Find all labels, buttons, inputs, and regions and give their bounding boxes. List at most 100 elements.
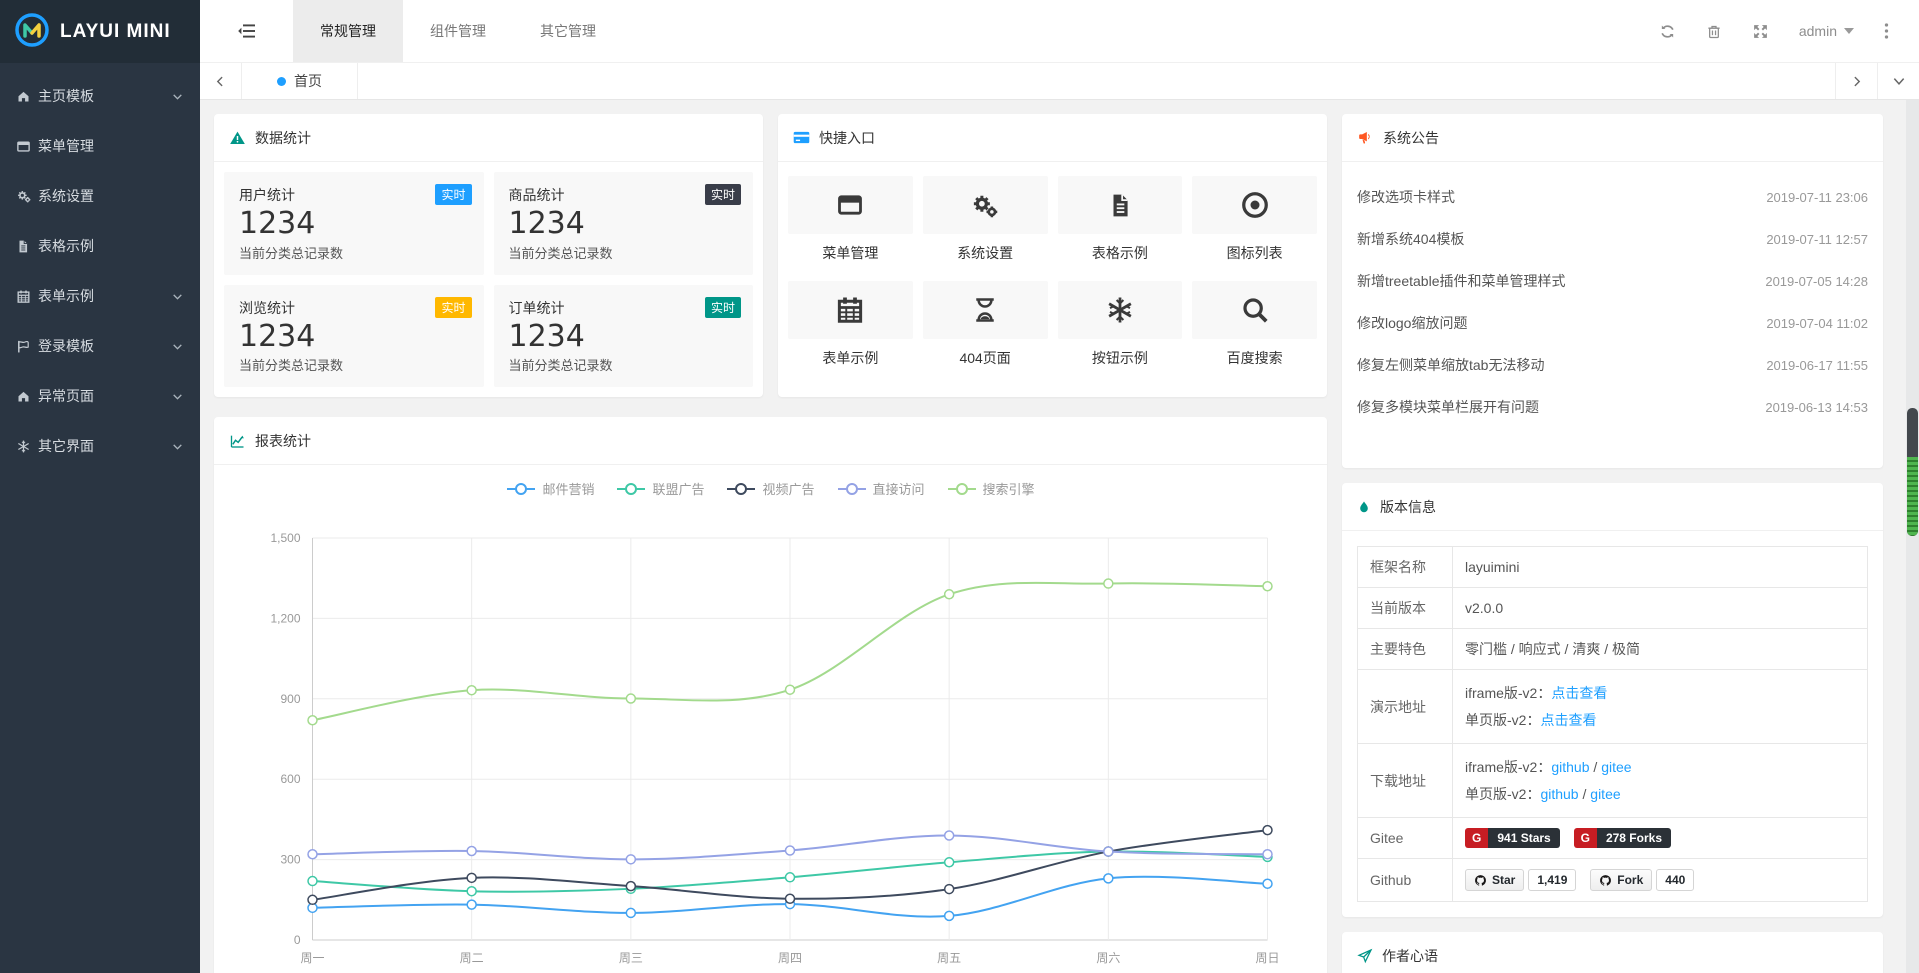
snowflake-icon <box>16 439 38 454</box>
svg-text:周四: 周四 <box>778 951 802 965</box>
download-gitee-link[interactable]: gitee <box>1590 786 1620 802</box>
warning-triangle-icon <box>229 130 246 146</box>
user-menu[interactable]: admin <box>1799 23 1854 39</box>
sidebar-item-home-templates[interactable]: 主页模板 <box>0 71 200 121</box>
legend-item[interactable]: 直接访问 <box>837 479 925 498</box>
tabbar-spacer <box>358 63 1835 99</box>
logo[interactable]: LAYUI MINI <box>0 0 200 63</box>
more-options-icon[interactable] <box>1884 22 1889 40</box>
home-icon <box>16 89 38 104</box>
fullscreen-icon[interactable] <box>1752 23 1769 40</box>
app-root: LAYUI MINI 主页模板 菜单管理 系统设置 表格示例 表单 <box>0 0 1919 973</box>
scrollbar-track[interactable] <box>1906 100 1919 973</box>
legend-item[interactable]: 联盟广告 <box>616 479 704 498</box>
refresh-icon[interactable] <box>1659 23 1676 40</box>
dot-circle-icon <box>1192 176 1317 234</box>
active-tab-dot-icon <box>277 77 286 86</box>
gitee-forks-badge[interactable]: G278 Forks <box>1574 828 1671 848</box>
status-badge: 实时 <box>435 184 471 205</box>
tab-home[interactable]: 首页 <box>242 63 358 99</box>
sidebar-item-login-templates[interactable]: 登录模板 <box>0 321 200 371</box>
svg-text:周五: 周五 <box>937 951 961 965</box>
nav-tab-other[interactable]: 其它管理 <box>513 0 623 62</box>
sidebar-item-system-settings[interactable]: 系统设置 <box>0 171 200 221</box>
demo-spa-link[interactable]: 点击查看 <box>1540 712 1596 728</box>
svg-text:900: 900 <box>280 692 300 706</box>
quick-item-baidu-search[interactable]: 百度搜索 <box>1192 281 1317 368</box>
scrollbar-thumb[interactable] <box>1907 408 1918 536</box>
svg-text:周二: 周二 <box>460 951 484 965</box>
chevron-down-icon <box>171 390 184 403</box>
collapse-sidebar-button[interactable] <box>200 0 293 62</box>
sidebar-item-menu-management[interactable]: 菜单管理 <box>0 121 200 171</box>
report-card-title: 报表统计 <box>255 431 311 451</box>
gitee-stars-badge[interactable]: G941 Stars <box>1465 828 1560 848</box>
droplet-icon <box>1357 499 1371 515</box>
svg-text:周六: 周六 <box>1096 951 1120 965</box>
svg-text:300: 300 <box>280 853 300 867</box>
table-row: 主要特色 零门槛 / 响应式 / 清爽 / 极简 <box>1358 629 1868 670</box>
github-fork-widget[interactable]: Fork 440 <box>1590 869 1694 891</box>
status-badge: 实时 <box>435 297 471 318</box>
tabs-scroll-left-button[interactable] <box>200 63 242 99</box>
legend-marker-icon <box>506 482 536 496</box>
page-tabbar: 首页 <box>200 63 1919 100</box>
version-title: 版本信息 <box>1380 497 1436 517</box>
demo-iframe-link[interactable]: 点击查看 <box>1551 685 1607 701</box>
table-row: 当前版本 v2.0.0 <box>1358 588 1868 629</box>
legend-item[interactable]: 视频广告 <box>726 479 814 498</box>
legend-item[interactable]: 搜索引擎 <box>947 479 1035 498</box>
quick-item-menu-management[interactable]: 菜单管理 <box>788 176 913 263</box>
chevron-left-icon <box>214 75 227 88</box>
announcements-title: 系统公告 <box>1383 128 1439 148</box>
chevron-down-icon <box>171 290 184 303</box>
stats-card-title: 数据统计 <box>255 128 311 148</box>
tabs-more-button[interactable] <box>1877 63 1919 99</box>
gitee-logo-icon: G <box>1574 828 1597 848</box>
right-column: 系统公告 修改选项卡样式 2019-07-11 23:06 新增系统404模板 … <box>1342 114 1883 973</box>
top-header: 常规管理 组件管理 其它管理 admin <box>200 0 1919 63</box>
quick-item-404-page[interactable]: 404页面 <box>923 281 1048 368</box>
stat-box-users: 用户统计 实时 1234 当前分类总记录数 <box>224 172 484 275</box>
quick-item-system-settings[interactable]: 系统设置 <box>923 176 1048 263</box>
stat-value: 1234 <box>239 318 469 356</box>
main-area: 常规管理 组件管理 其它管理 admin <box>200 0 1919 973</box>
announcement-row[interactable]: 修改logo缩放问题 2019-07-04 11:02 <box>1357 302 1868 344</box>
nav-tab-components[interactable]: 组件管理 <box>403 0 513 62</box>
download-github-link[interactable]: github <box>1540 786 1578 802</box>
announcement-row[interactable]: 新增treetable插件和菜单管理样式 2019-07-05 14:28 <box>1357 260 1868 302</box>
tabs-scroll-right-button[interactable] <box>1835 63 1877 99</box>
sidebar-item-error-pages[interactable]: 异常页面 <box>0 371 200 421</box>
download-github-link[interactable]: github <box>1551 759 1589 775</box>
quick-item-icon-list[interactable]: 图标列表 <box>1192 176 1317 263</box>
announcement-row[interactable]: 修复左侧菜单缩放tab无法移动 2019-06-17 11:55 <box>1357 344 1868 386</box>
report-card: 报表统计 邮件营销联盟广告视频广告直接访问搜索引擎 03006009001,20… <box>214 417 1327 973</box>
table-row: Gitee G941 Stars G278 Forks <box>1358 818 1868 859</box>
legend-item[interactable]: 邮件营销 <box>506 479 594 498</box>
github-star-widget[interactable]: Star 1,419 <box>1465 869 1576 891</box>
legend-marker-icon <box>616 482 646 496</box>
gears-icon <box>16 188 38 204</box>
download-gitee-link[interactable]: gitee <box>1601 759 1631 775</box>
announcement-row[interactable]: 修复多模块菜单栏展开有问题 2019-06-13 14:53 <box>1357 386 1868 428</box>
chevron-down-icon <box>171 440 184 453</box>
stat-box-orders: 订单统计 实时 1234 当前分类总记录数 <box>494 285 754 388</box>
file-text-icon <box>16 239 38 254</box>
nav-tab-general[interactable]: 常规管理 <box>293 0 403 62</box>
sidebar-item-other-ui[interactable]: 其它界面 <box>0 421 200 471</box>
announcement-row[interactable]: 修改选项卡样式 2019-07-11 23:06 <box>1357 176 1868 218</box>
svg-text:周一: 周一 <box>300 951 324 965</box>
megaphone-icon <box>1357 130 1374 146</box>
quick-item-table-examples[interactable]: 表格示例 <box>1058 176 1183 263</box>
svg-text:0: 0 <box>294 933 301 947</box>
svg-text:600: 600 <box>280 772 300 786</box>
announcement-row[interactable]: 新增系统404模板 2019-07-11 12:57 <box>1357 218 1868 260</box>
stat-box-views: 浏览统计 实时 1234 当前分类总记录数 <box>224 285 484 388</box>
quick-item-button-examples[interactable]: 按钮示例 <box>1058 281 1183 368</box>
quick-item-form-examples[interactable]: 表单示例 <box>788 281 913 368</box>
status-badge: 实时 <box>705 297 741 318</box>
sidebar-item-table-examples[interactable]: 表格示例 <box>0 221 200 271</box>
sidebar-item-form-examples[interactable]: 表单示例 <box>0 271 200 321</box>
trash-icon[interactable] <box>1706 23 1722 40</box>
chevron-right-icon <box>1850 75 1863 88</box>
